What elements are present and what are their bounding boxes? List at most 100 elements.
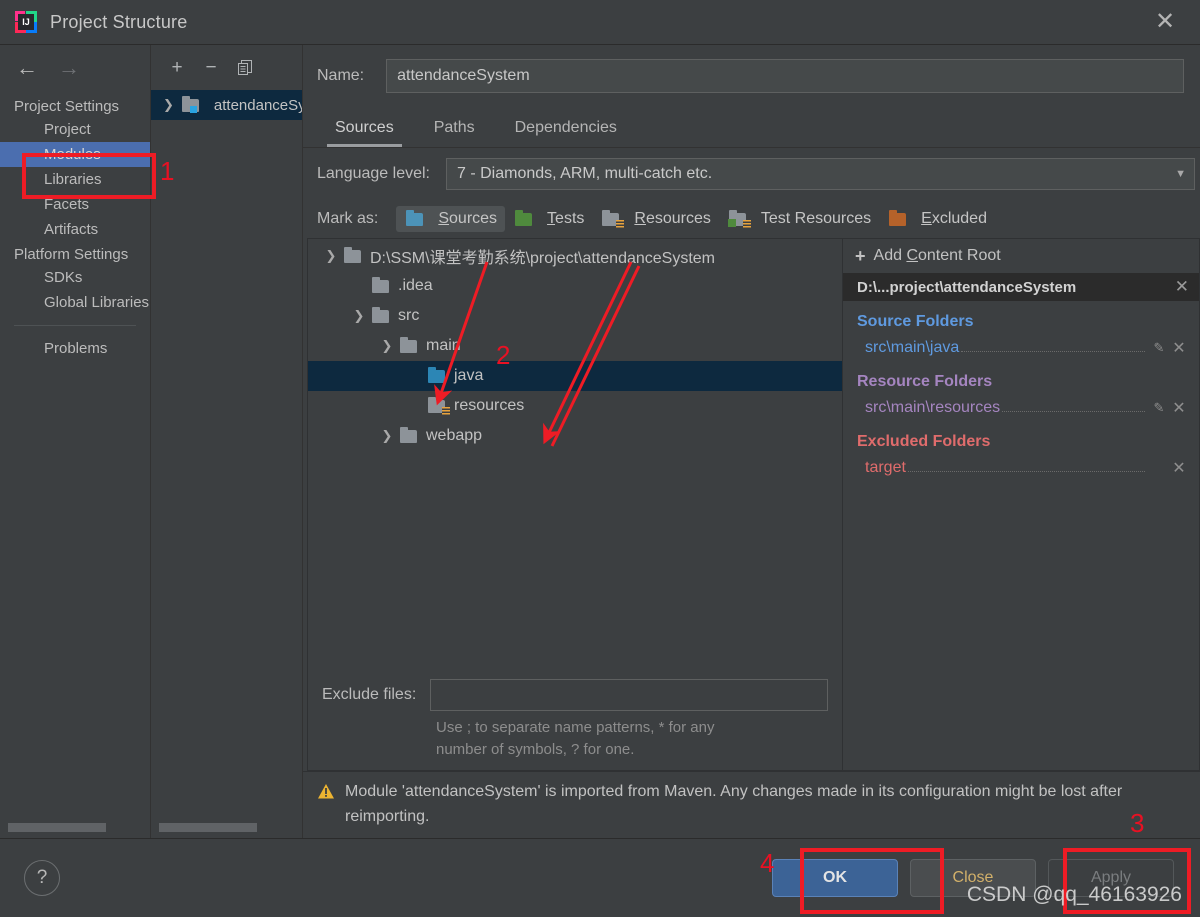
tree-row[interactable]: ❯ main [308, 331, 842, 361]
language-level-value: 7 - Diamonds, ARM, multi-catch etc. [456, 165, 713, 182]
ok-button[interactable]: OK [772, 859, 898, 897]
scrollbar-thumb[interactable] [8, 823, 106, 832]
language-level-label: Language level: [317, 165, 430, 182]
sidebar-item-facets[interactable]: Facets [0, 192, 150, 217]
resource-folder-row[interactable]: src\main\resources ✎ ✕ [843, 395, 1199, 421]
tree-row-java[interactable]: java [308, 361, 842, 391]
sidebar-divider [14, 325, 136, 326]
dotted-filler [961, 340, 1145, 352]
sidebar-item-sdks[interactable]: SDKs [0, 265, 150, 290]
tree-row-label: main [426, 337, 461, 354]
resource-folder-path: src\main\resources [865, 399, 1001, 416]
tab-dependencies[interactable]: Dependencies [497, 113, 635, 147]
exclude-files-section: Exclude files: Use ; to separate name pa… [308, 673, 842, 771]
mark-as-label: Mark as: [317, 210, 379, 227]
arrow-left-icon[interactable]: ← [16, 56, 38, 79]
chevron-down-icon[interactable]: ❯ [348, 308, 370, 324]
sidebar-item-libraries[interactable]: Libraries [0, 167, 150, 192]
excluded-folder-path: target [865, 459, 906, 476]
source-folders-title: Source Folders [857, 313, 974, 330]
exclude-hint-line-2: number of symbols, ? for one. [436, 740, 635, 758]
tree-row[interactable]: ❯ src [308, 301, 842, 331]
content-root-header: D:\...project\attendanceSystem ✕ [843, 273, 1199, 301]
sidebar-item-artifacts[interactable]: Artifacts [0, 217, 150, 242]
sidebar-group-platform-settings: Platform Settings [14, 246, 129, 263]
test-resources-folder-icon [727, 210, 751, 229]
apply-button[interactable]: Apply [1048, 859, 1174, 897]
chevron-down-icon[interactable]: ❯ [376, 338, 398, 354]
editor-tabs: Sources Paths Dependencies [303, 107, 1200, 147]
dialog-footer: ? OK Close Apply [0, 838, 1200, 917]
sidebar-item-problems[interactable]: Problems [0, 336, 150, 361]
tree-row[interactable]: .idea [308, 271, 842, 301]
module-list-item-attendancesystem[interactable]: ❯ attendanceSystem [151, 90, 302, 120]
sources-panes: ❯ D:\SSM\课堂考勤系统\project\attendanceSystem… [303, 238, 1200, 772]
module-name-label: Name: [317, 67, 365, 84]
content-tree: ❯ D:\SSM\课堂考勤系统\project\attendanceSystem… [308, 239, 842, 673]
settings-nav-list: Project Settings Project Modules Librari… [0, 90, 150, 816]
folder-icon [398, 337, 420, 354]
copy-module-button[interactable] [231, 55, 259, 81]
folder-icon [398, 427, 420, 444]
language-level-select[interactable]: 7 - Diamonds, ARM, multi-catch etc. ▼ [445, 158, 1195, 190]
add-content-root-button[interactable]: + Add Content Root [843, 239, 1199, 273]
scrollbar-thumb[interactable] [159, 823, 257, 832]
modules-toolbar: + − [151, 45, 302, 90]
sidebar-item-global-libraries[interactable]: Global Libraries [0, 290, 150, 315]
mark-as-sources-button[interactable]: Sources [396, 206, 506, 232]
edit-pencil-icon[interactable]: ✎ [1149, 400, 1169, 416]
remove-content-root-icon[interactable]: ✕ [1175, 277, 1189, 297]
content-roots-pane: + Add Content Root D:\...project\attenda… [843, 238, 1200, 772]
sidebar-item-modules[interactable]: Modules [0, 142, 150, 167]
remove-folder-icon[interactable]: ✕ [1169, 398, 1189, 418]
help-button[interactable]: ? [24, 860, 60, 896]
tab-sources[interactable]: Sources [317, 113, 412, 147]
sidebar-horizontal-scrollbar[interactable] [0, 816, 150, 838]
sidebar-item-project[interactable]: Project [0, 117, 150, 142]
remove-module-button[interactable]: − [197, 55, 225, 81]
remove-folder-icon[interactable]: ✕ [1169, 458, 1189, 478]
language-level-row: Language level: 7 - Diamonds, ARM, multi… [303, 148, 1200, 200]
tree-row-label: resources [454, 397, 525, 414]
sources-folder-icon [404, 210, 426, 227]
warning-triangle-icon [317, 783, 335, 804]
source-folder-row[interactable]: src\main\java ✎ ✕ [843, 335, 1199, 361]
mark-as-excluded-button[interactable]: Excluded [879, 206, 995, 232]
close-button[interactable]: Close [910, 859, 1036, 897]
mark-as-tests-button[interactable]: Tests [505, 206, 592, 232]
excluded-folder-row[interactable]: target ✕ [843, 455, 1199, 481]
chevron-right-icon[interactable]: ❯ [376, 428, 398, 444]
tree-row-resources[interactable]: resources [308, 391, 842, 421]
dotted-filler [907, 460, 1145, 472]
mark-as-resources-button[interactable]: Resources [592, 206, 718, 232]
sources-folder-icon [426, 367, 448, 384]
chevron-down-icon[interactable]: ▼ [1175, 168, 1186, 180]
remove-folder-icon[interactable]: ✕ [1169, 338, 1189, 358]
folder-icon [342, 247, 364, 264]
arrow-right-icon[interactable]: → [58, 56, 80, 79]
exclude-hint-line-1: Use ; to separate name patterns, * for a… [436, 718, 715, 736]
module-editor: Name: attendanceSystem Sources Paths Dep… [303, 45, 1200, 838]
mark-as-test-resources-button[interactable]: Test Resources [719, 206, 879, 232]
add-module-button[interactable]: + [163, 55, 191, 81]
title-bar: IJ Project Structure ✕ [0, 0, 1200, 44]
module-name-input[interactable]: attendanceSystem [386, 59, 1184, 93]
resources-folder-icon [426, 397, 450, 416]
exclude-files-input[interactable] [430, 678, 828, 711]
tab-paths[interactable]: Paths [416, 113, 493, 147]
mark-as-row: Mark as: Sources Tests Resources Test Re… [303, 200, 1200, 238]
tree-row-label: webapp [426, 427, 483, 444]
mark-as-sources-label: ources [449, 210, 498, 227]
modules-horizontal-scrollbar[interactable] [151, 816, 302, 838]
tree-row[interactable]: ❯ D:\SSM\课堂考勤系统\project\attendanceSystem [308, 241, 842, 271]
close-icon[interactable]: ✕ [1148, 5, 1182, 39]
chevron-right-icon[interactable]: ❯ [163, 97, 174, 113]
tests-folder-icon [513, 210, 535, 227]
module-list-item-label: attendanceSystem [213, 96, 302, 114]
chevron-down-icon[interactable]: ❯ [320, 248, 342, 264]
intellij-idea-logo: IJ [14, 10, 38, 34]
settings-sidebar: ← → Project Settings Project Modules Lib… [0, 45, 151, 838]
edit-pencil-icon[interactable]: ✎ [1149, 340, 1169, 356]
tree-row-webapp[interactable]: ❯ webapp [308, 421, 842, 451]
module-folder-icon [180, 96, 202, 113]
